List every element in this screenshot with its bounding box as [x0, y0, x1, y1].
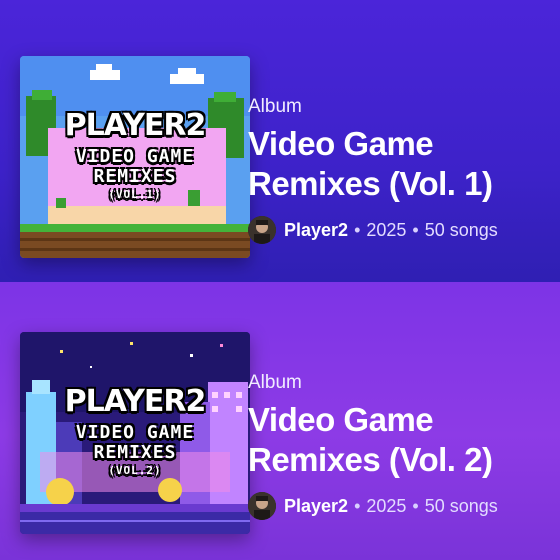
separator-dot: •: [354, 219, 361, 240]
album-meta: Player2 • 2025 • 50 songs: [248, 216, 550, 244]
album-info-vol1: Album Video Game Remixes (Vol. 1) Player…: [248, 96, 550, 244]
separator-dot: •: [412, 219, 419, 240]
album-card-vol1[interactable]: PLAYER2 VIDEO GAME REMIXES (VOL.1) Album…: [0, 0, 560, 282]
album-title[interactable]: Video Game Remixes (Vol. 1): [248, 124, 548, 204]
artist-avatar[interactable]: [248, 216, 276, 244]
release-year: 2025: [366, 219, 407, 240]
avatar-image: [248, 216, 276, 244]
album-type-label: Album: [248, 372, 302, 393]
release-year: 2025: [366, 495, 407, 516]
artist-link[interactable]: Player2: [284, 496, 348, 517]
song-count: 50 songs: [424, 495, 498, 516]
album-cover-vol2[interactable]: PLAYER2 VIDEO GAME REMIXES (VOL.2): [20, 332, 250, 534]
artist-avatar[interactable]: [248, 492, 276, 520]
album-meta: Player2 • 2025 • 50 songs: [248, 492, 550, 520]
cover-logo-text: PLAYER2: [64, 108, 207, 143]
cover-line2-text: REMIXES: [93, 166, 177, 187]
avatar-image: [248, 492, 276, 520]
album-cover-vol1[interactable]: PLAYER2 VIDEO GAME REMIXES (VOL.1): [20, 56, 250, 258]
album-type-label: Album: [248, 96, 302, 117]
cover-line2-text: REMIXES: [93, 442, 177, 463]
song-count: 50 songs: [424, 219, 498, 240]
separator-dot: •: [412, 495, 419, 516]
cover-line1-text: VIDEO GAME: [75, 422, 195, 443]
cover-logo-text: PLAYER2: [64, 384, 207, 419]
artist-link[interactable]: Player2: [284, 220, 348, 241]
album-info-vol2: Album Video Game Remixes (Vol. 2) Player…: [248, 372, 550, 520]
album-title[interactable]: Video Game Remixes (Vol. 2): [248, 400, 548, 480]
separator-dot: •: [354, 495, 361, 516]
cover-line3-text: (VOL.1): [108, 188, 162, 201]
cover-line3-text: (VOL.2): [108, 464, 162, 477]
album-card-vol2[interactable]: PLAYER2 VIDEO GAME REMIXES (VOL.2) Album…: [0, 282, 560, 560]
cover-line1-text: VIDEO GAME: [75, 146, 195, 167]
